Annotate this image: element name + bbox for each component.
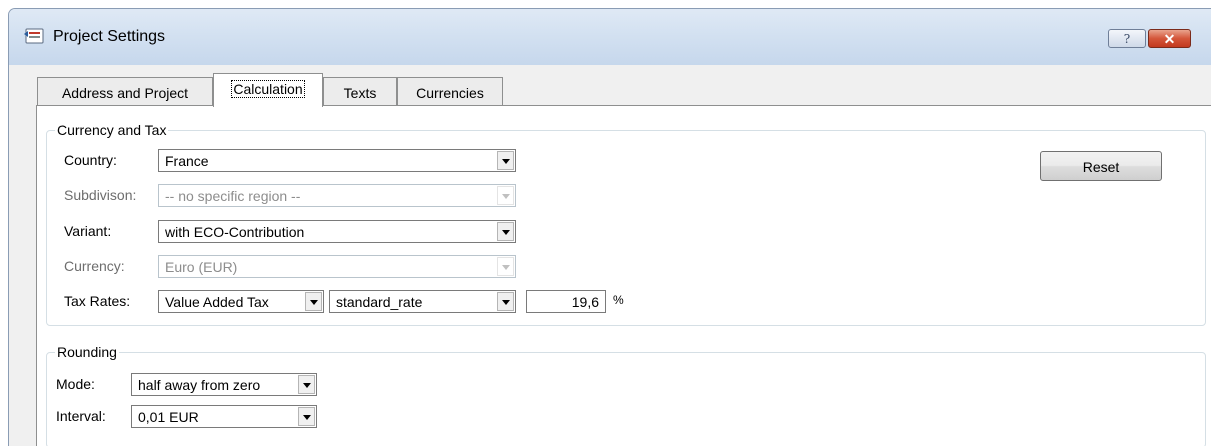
close-icon: ✕ xyxy=(1163,30,1176,47)
tab-texts[interactable]: Texts xyxy=(323,77,397,105)
variant-select[interactable]: with ECO-Contribution xyxy=(158,220,516,243)
title-bar: Project Settings ? ✕ xyxy=(9,9,1211,65)
currency-select[interactable]: Euro (EUR) xyxy=(158,255,516,278)
window-title: Project Settings xyxy=(53,28,166,45)
percent-unit-label: % xyxy=(613,293,624,307)
chevron-down-icon[interactable] xyxy=(305,292,322,311)
country-label: Country: xyxy=(64,152,117,168)
project-settings-dialog: Project Settings ? ✕ Address and Project… xyxy=(8,8,1211,446)
rounding-interval-select[interactable]: 0,01 EUR xyxy=(131,405,317,428)
chevron-down-icon[interactable] xyxy=(497,151,514,170)
chevron-down-icon[interactable] xyxy=(298,407,315,426)
rounding-title: Rounding xyxy=(55,344,119,360)
chevron-down-icon[interactable] xyxy=(497,257,514,276)
country-select[interactable]: France xyxy=(158,149,516,172)
tab-currencies[interactable]: Currencies xyxy=(397,77,503,105)
chevron-down-icon[interactable] xyxy=(497,292,514,311)
calculation-panel: Currency and Tax Country: France Subdivi… xyxy=(36,105,1211,446)
help-button[interactable]: ? xyxy=(1108,29,1146,48)
subdivision-select[interactable]: -- no specific region -- xyxy=(158,184,516,207)
reset-button[interactable]: Reset xyxy=(1040,151,1162,181)
help-icon: ? xyxy=(1123,31,1131,46)
variant-label: Variant: xyxy=(64,223,112,239)
close-button[interactable]: ✕ xyxy=(1148,29,1191,48)
chevron-down-icon[interactable] xyxy=(497,186,514,205)
tax-type-select[interactable]: Value Added Tax xyxy=(158,290,324,313)
tax-rates-label: Tax Rates: xyxy=(64,293,131,309)
chevron-down-icon[interactable] xyxy=(298,375,315,394)
rounding-group: Rounding Mode: half away from zero Inter… xyxy=(46,344,1206,446)
subdivision-label: Subdivison: xyxy=(64,187,137,203)
tax-percent-input[interactable]: 19,6 xyxy=(526,290,606,313)
interval-label: Interval: xyxy=(56,408,106,424)
tax-rate-select[interactable]: standard_rate xyxy=(329,290,516,313)
mode-label: Mode: xyxy=(56,376,95,392)
project-settings-icon xyxy=(24,28,44,44)
currency-label: Currency: xyxy=(64,258,125,274)
currency-and-tax-group: Currency and Tax Country: France Subdivi… xyxy=(46,122,1206,326)
tab-calculation[interactable]: Calculation xyxy=(213,73,323,107)
tab-address-and-project[interactable]: Address and Project xyxy=(37,77,213,105)
rounding-mode-select[interactable]: half away from zero xyxy=(131,373,317,396)
chevron-down-icon[interactable] xyxy=(497,222,514,241)
currency-and-tax-title: Currency and Tax xyxy=(55,122,169,138)
